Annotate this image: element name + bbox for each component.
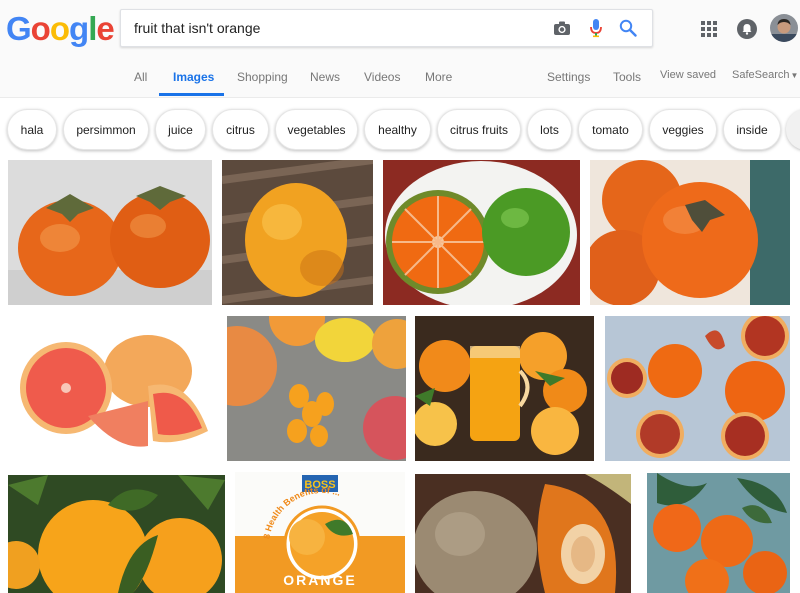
image-result-grapefruit[interactable]	[8, 316, 215, 461]
settings-link[interactable]: Settings	[547, 70, 590, 84]
chip-citrus-fruits[interactable]: citrus fruits	[437, 109, 521, 150]
microphone-icon[interactable]	[583, 15, 609, 41]
image-result-orange-on-wood[interactable]	[222, 160, 373, 305]
chip-juice[interactable]: juice	[155, 109, 206, 150]
camera-icon[interactable]	[549, 15, 575, 41]
google-logo[interactable]: Google	[6, 10, 115, 48]
dropdown-arrow-icon: ▼	[790, 71, 799, 80]
view-saved-link[interactable]: View saved	[660, 69, 716, 81]
tab-videos[interactable]: Videos	[364, 70, 400, 84]
avatar[interactable]	[770, 14, 798, 42]
logo-letter: g	[69, 10, 89, 47]
tab-all[interactable]: All	[134, 70, 147, 84]
chip-inside[interactable]: inside	[723, 109, 781, 150]
tab-images[interactable]: Images	[173, 70, 214, 84]
logo-letter: G	[6, 10, 32, 47]
chip-citrus[interactable]: citrus	[212, 109, 269, 150]
chip-veggies[interactable]: veggies	[649, 109, 717, 150]
search-icon[interactable]	[615, 15, 641, 41]
divider	[0, 97, 800, 98]
logo-letter: o	[49, 10, 70, 47]
chip-hala[interactable]: hala	[7, 109, 57, 150]
search-tabs: All Images Shopping News Videos More Set…	[0, 56, 800, 96]
orange-title: ORANGE	[283, 572, 356, 588]
apps-grid-icon[interactable]	[700, 20, 718, 38]
chip-tomato[interactable]: tomato	[578, 109, 643, 150]
chip-scroll-next[interactable]	[786, 109, 800, 150]
image-result-orange-juice-jar[interactable]	[415, 316, 594, 461]
image-result-hala-fruit[interactable]	[415, 474, 631, 593]
tools-link[interactable]: Tools	[613, 70, 641, 84]
chip-vegetables[interactable]: vegetables	[275, 109, 358, 150]
logo-letter: e	[96, 10, 114, 47]
tab-more[interactable]: More	[425, 70, 452, 84]
safesearch-dropdown[interactable]: SafeSearch▼	[732, 69, 798, 81]
image-result-citrus-halves[interactable]	[383, 160, 580, 305]
image-result-persimmons[interactable]	[8, 160, 212, 305]
chip-healthy[interactable]: healthy	[364, 109, 431, 150]
header: Google All Images Shopping News Videos M…	[0, 0, 800, 98]
tab-news[interactable]: News	[310, 70, 340, 84]
image-result-persimmon-bowl[interactable]	[590, 160, 790, 305]
logo-letter: l	[88, 10, 97, 47]
image-result-tangerines-branch[interactable]	[647, 473, 790, 593]
search-box	[120, 9, 653, 47]
notifications-icon[interactable]	[737, 19, 757, 39]
image-result-kumquats[interactable]	[227, 316, 406, 461]
search-input[interactable]	[134, 10, 534, 46]
logo-letter: o	[30, 10, 51, 47]
related-searches-chips: hala persimmon juice citrus vegetables h…	[0, 109, 800, 151]
chip-persimmon[interactable]: persimmon	[63, 109, 149, 150]
chip-lots[interactable]: lots	[527, 109, 572, 150]
safesearch-label: SafeSearch	[732, 69, 790, 81]
image-result-oranges-on-tree[interactable]	[8, 475, 225, 593]
tab-shopping[interactable]: Shopping	[237, 70, 288, 84]
image-result-orange-health-benefits[interactable]: BOSS 8 Health Benefits of ... ORANGE	[235, 472, 405, 593]
image-result-blood-oranges[interactable]	[605, 316, 790, 461]
active-tab-indicator	[159, 93, 224, 96]
